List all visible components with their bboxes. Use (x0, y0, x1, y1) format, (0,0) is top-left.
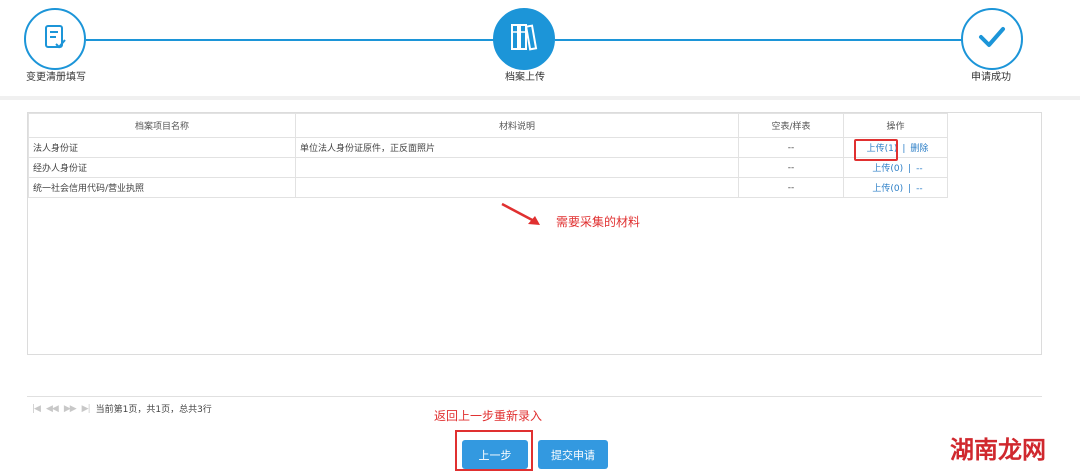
page-root: 变更清册填写 档案上传 申请成功 档案项目名称 材料说明 空表/样表 操作 法人… (0, 0, 1080, 475)
step-connector (555, 39, 962, 41)
watermark-logo: 湖南龙网 (950, 435, 1046, 464)
step-2-circle (493, 8, 555, 70)
annotation-arrow-icon (501, 202, 540, 225)
previous-step-button[interactable]: 上一步 (462, 440, 528, 469)
row-sample: -- (738, 177, 844, 198)
step-connector (86, 39, 494, 41)
back-annotation: 返回上一步重新录入 (434, 409, 543, 423)
first-page-icon[interactable]: |◀ (32, 404, 41, 414)
step-1-circle (24, 8, 86, 70)
col-header-action: 操作 (843, 113, 948, 138)
row-desc (295, 157, 739, 178)
table-row: 法人身份证 单位法人身份证原件，正反面照片 -- 上传(1) | 删除 (28, 137, 948, 158)
archive-binders-icon (507, 20, 541, 58)
step-3-label: 申请成功 (971, 72, 1011, 83)
archive-table: 档案项目名称 材料说明 空表/样表 操作 法人身份证 单位法人身份证原件，正反面… (28, 113, 948, 198)
step-2-label: 档案上传 (505, 72, 545, 83)
action-placeholder: -- (916, 164, 923, 174)
pagination: |◀ ◀◀ ▶▶ ▶| 当前第1页，共1页，总共3行 (32, 402, 212, 416)
table-header-row: 档案项目名称 材料说明 空表/样表 操作 (28, 113, 948, 138)
action-separator: | (908, 164, 912, 174)
archive-table-panel: 档案项目名称 材料说明 空表/样表 操作 法人身份证 单位法人身份证原件，正反面… (27, 112, 1042, 355)
action-placeholder: -- (916, 184, 923, 194)
materials-annotation: 需要采集的材料 (556, 215, 641, 229)
submit-application-button[interactable]: 提交申请 (538, 440, 608, 469)
row-sample: -- (738, 137, 844, 158)
progress-stepper: 变更清册填写 档案上传 申请成功 (0, 0, 1080, 100)
col-header-sample: 空表/样表 (738, 113, 844, 138)
step-3-circle (961, 8, 1023, 70)
prev-page-icon[interactable]: ◀◀ (46, 404, 59, 414)
form-edit-icon (40, 22, 70, 56)
last-page-icon[interactable]: ▶| (82, 404, 91, 414)
row-desc (295, 177, 739, 198)
highlight-box (854, 139, 898, 161)
action-separator: | (908, 184, 912, 194)
col-header-desc: 材料说明 (295, 113, 739, 138)
action-separator: | (902, 144, 906, 154)
row-actions: 上传(0) | -- (843, 177, 948, 198)
upload-link[interactable]: 上传(0) (872, 184, 903, 194)
row-name: 统一社会信用代码/营业执照 (28, 177, 296, 198)
row-sample: -- (738, 157, 844, 178)
row-desc: 单位法人身份证原件，正反面照片 (295, 137, 739, 158)
row-name: 经办人身份证 (28, 157, 296, 178)
pager-divider (27, 396, 1042, 397)
delete-link[interactable]: 删除 (910, 144, 928, 154)
table-row: 经办人身份证 -- 上传(0) | -- (28, 157, 948, 178)
col-header-name: 档案项目名称 (28, 113, 296, 138)
step-1-label: 变更清册填写 (26, 72, 86, 83)
checkmark-icon (975, 20, 1009, 58)
pager-info: 当前第1页，共1页，总共3行 (95, 405, 212, 415)
upload-link[interactable]: 上传(0) (872, 164, 903, 174)
next-page-icon[interactable]: ▶▶ (64, 404, 77, 414)
table-row: 统一社会信用代码/营业执照 -- 上传(0) | -- (28, 177, 948, 198)
row-name: 法人身份证 (28, 137, 296, 158)
